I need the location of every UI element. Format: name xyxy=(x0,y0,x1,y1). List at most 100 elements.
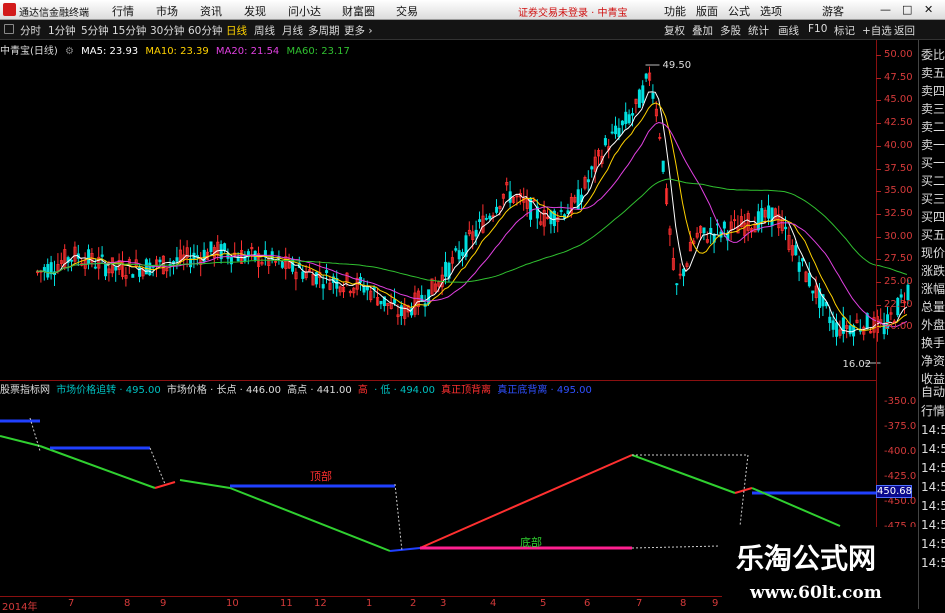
side-panel-sub-item[interactable]: 14:5 xyxy=(921,518,945,532)
menu-faxian[interactable]: 发现 xyxy=(244,3,266,19)
period-5min[interactable]: 5分钟 xyxy=(81,23,109,38)
tool-diejia[interactable]: 叠加 xyxy=(692,23,713,38)
side-panel-sub-item[interactable]: 14:5 xyxy=(921,442,945,456)
candle-body xyxy=(508,191,512,203)
candle-body xyxy=(651,92,655,99)
app-title: 通达信金融终端 xyxy=(19,8,89,19)
side-panel-item[interactable]: 涨跌 xyxy=(921,264,945,278)
period-multi[interactable]: 多周期 xyxy=(308,23,340,38)
side-panel-sub-item[interactable]: 自动 xyxy=(921,385,945,399)
menu-xuanxiang[interactable]: 选项 xyxy=(760,3,782,19)
price-tick xyxy=(876,77,881,79)
maximize-icon[interactable]: □ xyxy=(902,3,912,16)
price-tick xyxy=(876,213,881,215)
candle-body xyxy=(797,262,801,272)
login-warning[interactable]: 证券交易未登录 · 中青宝 xyxy=(518,4,628,19)
candle-body xyxy=(906,284,910,301)
menu-shichang[interactable]: 市场 xyxy=(156,3,178,19)
candle-body xyxy=(314,272,318,285)
side-panel-item[interactable]: 委比 xyxy=(921,48,945,62)
side-panel-item[interactable]: 外盘 xyxy=(921,318,945,332)
side-panel-item[interactable]: 卖四 xyxy=(921,84,945,98)
candle-body xyxy=(549,210,553,225)
candle-body xyxy=(559,210,563,212)
period-15min[interactable]: 15分钟 xyxy=(112,23,146,38)
side-panel-item[interactable]: 总量 xyxy=(921,300,945,314)
price-label: 42.50 xyxy=(884,117,913,129)
side-panel-item[interactable]: 买四 xyxy=(921,210,945,224)
side-panel-item[interactable]: 买二 xyxy=(921,174,945,188)
dotted-projection xyxy=(394,483,403,552)
indicator-name[interactable]: 股票指标网 xyxy=(0,385,50,396)
candlestick-chart[interactable]: 49.50 16.02 xyxy=(0,40,945,377)
guest-label[interactable]: 游客 xyxy=(822,3,844,19)
side-panel-item[interactable]: 卖一 xyxy=(921,138,945,152)
side-panel-item[interactable]: 卖二 xyxy=(921,120,945,134)
minimize-icon[interactable]: — xyxy=(880,3,891,16)
side-panel-sub-item[interactable]: 14:5 xyxy=(921,499,945,513)
tool-fuquan[interactable]: 复权 xyxy=(664,23,685,38)
side-panel-item[interactable]: 买一 xyxy=(921,156,945,170)
side-panel-item[interactable]: 收益 xyxy=(921,372,945,386)
menu-zixun[interactable]: 资讯 xyxy=(200,3,222,19)
candle-body xyxy=(158,259,162,263)
candle-body xyxy=(767,205,771,219)
indicator-axis-label: -350.0 xyxy=(884,396,917,407)
candle-body xyxy=(828,316,832,324)
candle-body xyxy=(807,272,811,287)
price-label: 47.50 xyxy=(884,71,913,83)
menu-hangqing[interactable]: 行情 xyxy=(112,3,134,19)
tool-f10[interactable]: F10 xyxy=(808,23,827,35)
back-icon[interactable] xyxy=(4,24,14,34)
side-panel-sub-item[interactable]: 行情 xyxy=(921,404,945,418)
side-panel-item[interactable]: 卖三 xyxy=(921,102,945,116)
side-panel-item[interactable]: 现价 xyxy=(921,246,945,260)
side-panel-sub-item[interactable]: 14:5 xyxy=(921,461,945,475)
period-monthly[interactable]: 月线 xyxy=(282,23,303,38)
menu-gongshi[interactable]: 公式 xyxy=(728,3,750,19)
menu-gongneng[interactable]: 功能 xyxy=(664,3,686,19)
side-panel-item[interactable]: 净资 xyxy=(921,354,945,368)
side-panel-sub-item[interactable]: 14:5 xyxy=(921,423,945,437)
menu-caifuquan[interactable]: 财富圈 xyxy=(342,3,375,19)
side-panel-sub-item[interactable]: 14:5 xyxy=(921,480,945,494)
price-label: 20.00 xyxy=(884,321,913,333)
tool-biaoji[interactable]: 标记 xyxy=(834,23,855,38)
cursor-value-box: 450.68 xyxy=(876,485,912,498)
candle-body xyxy=(474,229,478,237)
side-panel-item[interactable]: 卖五 xyxy=(921,66,945,80)
close-icon[interactable]: ✕ xyxy=(924,3,933,16)
menu-wenxiaoda[interactable]: 问小达 xyxy=(288,3,321,19)
price-tick xyxy=(876,145,881,147)
menu-jiaoyi[interactable]: 交易 xyxy=(396,3,418,19)
high-annotation: 49.50 xyxy=(645,60,691,71)
tool-huaxian[interactable]: 画线 xyxy=(778,23,799,38)
side-panel-item[interactable]: 涨幅 xyxy=(921,282,945,296)
candle-body xyxy=(175,257,179,262)
candle-body xyxy=(87,249,91,264)
period-more[interactable]: 更多 › xyxy=(344,23,373,38)
period-daily[interactable]: 日线 xyxy=(226,23,247,38)
side-panel-item[interactable]: 换手 xyxy=(921,336,945,350)
candle-body xyxy=(624,111,628,124)
tool-duogu[interactable]: 多股 xyxy=(720,23,741,38)
side-panel-sub-item[interactable]: 14:5 xyxy=(921,537,945,551)
trend-down-segment xyxy=(0,435,41,447)
tool-tongji[interactable]: 统计 xyxy=(748,23,769,38)
period-30min[interactable]: 30分钟 xyxy=(150,23,184,38)
period-weekly[interactable]: 周线 xyxy=(254,23,275,38)
tool-zixuan[interactable]: +自选 xyxy=(862,23,892,38)
candle-body xyxy=(702,227,706,234)
indicator-field-2: 市场价格 · 长点 · 446.00 xyxy=(166,385,281,396)
price-label: 25.00 xyxy=(884,276,913,287)
candle-body xyxy=(631,113,635,116)
period-fenshi[interactable]: 分时 xyxy=(20,23,41,38)
side-panel-item[interactable]: 买五 xyxy=(921,228,945,242)
low-annotation: 16.02 xyxy=(843,359,881,370)
period-1min[interactable]: 1分钟 xyxy=(48,23,76,38)
side-panel-sub-item[interactable]: 14:5 xyxy=(921,556,945,570)
period-60min[interactable]: 60分钟 xyxy=(188,23,222,38)
tool-fanhui[interactable]: 返回 xyxy=(894,23,915,38)
side-panel-item[interactable]: 买三 xyxy=(921,192,945,206)
menu-banmian[interactable]: 版面 xyxy=(696,3,718,19)
